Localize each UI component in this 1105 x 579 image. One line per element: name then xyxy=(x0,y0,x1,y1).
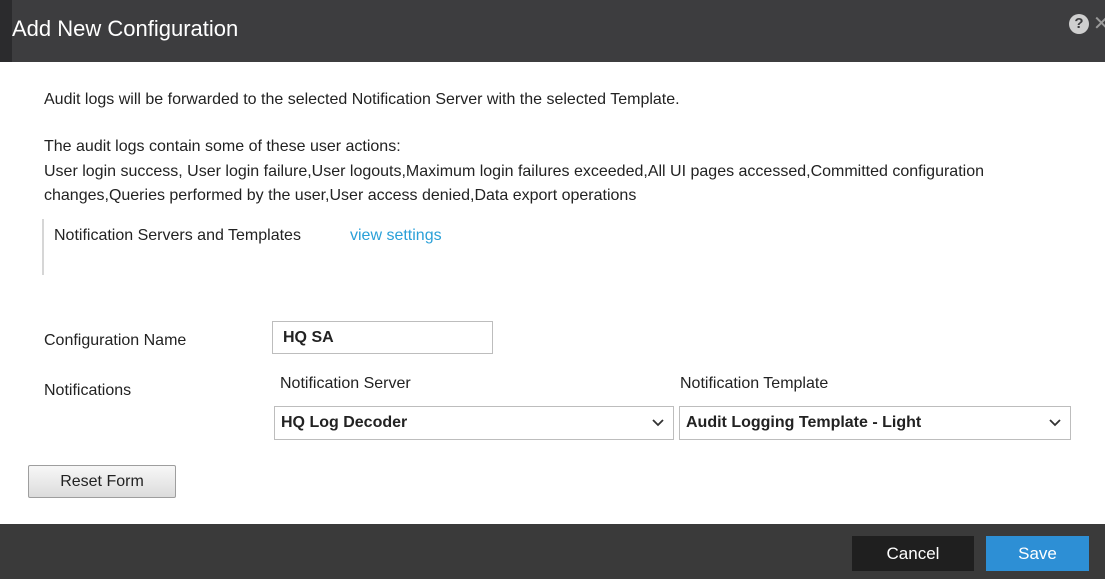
config-name-label: Configuration Name xyxy=(44,332,187,349)
notification-server-value: HQ Log Decoder xyxy=(281,414,408,431)
add-configuration-dialog: Add New Configuration ? ✕ Audit logs wil… xyxy=(0,0,1105,579)
close-icon[interactable]: ✕ xyxy=(1093,12,1105,36)
cancel-button[interactable]: Cancel xyxy=(852,536,974,571)
actions-heading: The audit logs contain some of these use… xyxy=(44,138,401,155)
notifications-label: Notifications xyxy=(44,382,132,399)
config-name-input[interactable] xyxy=(272,321,493,354)
dialog-titlebar: Add New Configuration ? ✕ xyxy=(0,0,1105,62)
dialog-title: Add New Configuration xyxy=(12,16,239,41)
view-settings-link[interactable]: view settings xyxy=(350,227,442,245)
help-icon[interactable]: ? xyxy=(1069,14,1089,34)
chevron-down-icon xyxy=(1049,419,1061,427)
notification-server-label: Notification Server xyxy=(280,375,411,392)
settings-panel: Notification Servers and Templates view … xyxy=(42,219,642,275)
notification-template-label: Notification Template xyxy=(680,375,829,392)
chevron-down-icon xyxy=(652,419,664,427)
notification-template-value: Audit Logging Template - Light xyxy=(686,414,922,431)
dialog-content: Audit logs will be forwarded to the sele… xyxy=(12,62,1105,524)
notification-server-select[interactable]: HQ Log Decoder xyxy=(274,406,674,440)
notification-template-select[interactable]: Audit Logging Template - Light xyxy=(679,406,1071,440)
actions-list: User login success, User login failure,U… xyxy=(44,163,984,204)
reset-form-button[interactable]: Reset Form xyxy=(28,465,176,498)
settings-label: Notification Servers and Templates xyxy=(54,227,301,244)
intro-text: Audit logs will be forwarded to the sele… xyxy=(44,91,680,108)
dialog-footer: Cancel Save xyxy=(0,524,1105,579)
titlebar-icons: ? ✕ xyxy=(1069,12,1105,38)
save-button[interactable]: Save xyxy=(986,536,1089,571)
